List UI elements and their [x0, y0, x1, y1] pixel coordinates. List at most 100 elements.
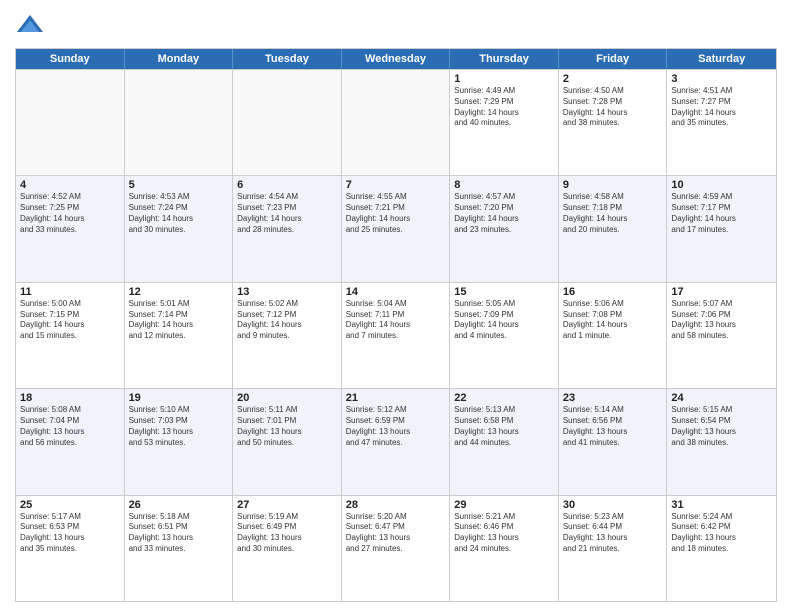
calendar-cell-29: 29Sunrise: 5:21 AMSunset: 6:46 PMDayligh… [450, 496, 559, 601]
header [15, 10, 777, 40]
day-number: 29 [454, 499, 554, 511]
cell-info: Sunrise: 5:14 AMSunset: 6:56 PMDaylight:… [563, 405, 663, 448]
header-day-sunday: Sunday [16, 49, 125, 69]
calendar-cell-3: 3Sunrise: 4:51 AMSunset: 7:27 PMDaylight… [667, 70, 776, 175]
cell-info: Sunrise: 5:12 AMSunset: 6:59 PMDaylight:… [346, 405, 446, 448]
calendar-cell-9: 9Sunrise: 4:58 AMSunset: 7:18 PMDaylight… [559, 176, 668, 281]
cell-info: Sunrise: 5:21 AMSunset: 6:46 PMDaylight:… [454, 512, 554, 555]
calendar-cell-5: 5Sunrise: 4:53 AMSunset: 7:24 PMDaylight… [125, 176, 234, 281]
calendar-cell-19: 19Sunrise: 5:10 AMSunset: 7:03 PMDayligh… [125, 389, 234, 494]
calendar-cell-17: 17Sunrise: 5:07 AMSunset: 7:06 PMDayligh… [667, 283, 776, 388]
day-number: 19 [129, 392, 229, 404]
cell-info: Sunrise: 4:51 AMSunset: 7:27 PMDaylight:… [671, 86, 772, 129]
cell-info: Sunrise: 5:06 AMSunset: 7:08 PMDaylight:… [563, 299, 663, 342]
calendar-cell-27: 27Sunrise: 5:19 AMSunset: 6:49 PMDayligh… [233, 496, 342, 601]
day-number: 10 [671, 179, 772, 191]
calendar-cell-11: 11Sunrise: 5:00 AMSunset: 7:15 PMDayligh… [16, 283, 125, 388]
cell-info: Sunrise: 5:23 AMSunset: 6:44 PMDaylight:… [563, 512, 663, 555]
calendar-cell-24: 24Sunrise: 5:15 AMSunset: 6:54 PMDayligh… [667, 389, 776, 494]
calendar-row-3: 18Sunrise: 5:08 AMSunset: 7:04 PMDayligh… [16, 388, 776, 494]
cell-info: Sunrise: 5:19 AMSunset: 6:49 PMDaylight:… [237, 512, 337, 555]
page: SundayMondayTuesdayWednesdayThursdayFrid… [0, 0, 792, 612]
day-number: 4 [20, 179, 120, 191]
header-day-wednesday: Wednesday [342, 49, 451, 69]
calendar-cell-13: 13Sunrise: 5:02 AMSunset: 7:12 PMDayligh… [233, 283, 342, 388]
calendar-cell-6: 6Sunrise: 4:54 AMSunset: 7:23 PMDaylight… [233, 176, 342, 281]
calendar-cell-23: 23Sunrise: 5:14 AMSunset: 6:56 PMDayligh… [559, 389, 668, 494]
calendar-cell-7: 7Sunrise: 4:55 AMSunset: 7:21 PMDaylight… [342, 176, 451, 281]
logo-icon [15, 10, 45, 40]
day-number: 12 [129, 286, 229, 298]
calendar-header: SundayMondayTuesdayWednesdayThursdayFrid… [16, 49, 776, 69]
cell-info: Sunrise: 5:08 AMSunset: 7:04 PMDaylight:… [20, 405, 120, 448]
calendar-cell-21: 21Sunrise: 5:12 AMSunset: 6:59 PMDayligh… [342, 389, 451, 494]
day-number: 25 [20, 499, 120, 511]
cell-info: Sunrise: 5:18 AMSunset: 6:51 PMDaylight:… [129, 512, 229, 555]
day-number: 11 [20, 286, 120, 298]
day-number: 18 [20, 392, 120, 404]
day-number: 21 [346, 392, 446, 404]
calendar-row-0: 1Sunrise: 4:49 AMSunset: 7:29 PMDaylight… [16, 69, 776, 175]
day-number: 8 [454, 179, 554, 191]
cell-info: Sunrise: 4:52 AMSunset: 7:25 PMDaylight:… [20, 192, 120, 235]
calendar-cell-30: 30Sunrise: 5:23 AMSunset: 6:44 PMDayligh… [559, 496, 668, 601]
header-day-saturday: Saturday [667, 49, 776, 69]
day-number: 20 [237, 392, 337, 404]
calendar-cell-10: 10Sunrise: 4:59 AMSunset: 7:17 PMDayligh… [667, 176, 776, 281]
cell-info: Sunrise: 5:02 AMSunset: 7:12 PMDaylight:… [237, 299, 337, 342]
cell-info: Sunrise: 4:53 AMSunset: 7:24 PMDaylight:… [129, 192, 229, 235]
day-number: 15 [454, 286, 554, 298]
calendar-cell-16: 16Sunrise: 5:06 AMSunset: 7:08 PMDayligh… [559, 283, 668, 388]
calendar-cell-18: 18Sunrise: 5:08 AMSunset: 7:04 PMDayligh… [16, 389, 125, 494]
day-number: 28 [346, 499, 446, 511]
day-number: 2 [563, 73, 663, 85]
cell-info: Sunrise: 5:15 AMSunset: 6:54 PMDaylight:… [671, 405, 772, 448]
calendar-cell-empty [125, 70, 234, 175]
header-day-thursday: Thursday [450, 49, 559, 69]
calendar-cell-25: 25Sunrise: 5:17 AMSunset: 6:53 PMDayligh… [16, 496, 125, 601]
cell-info: Sunrise: 5:00 AMSunset: 7:15 PMDaylight:… [20, 299, 120, 342]
cell-info: Sunrise: 5:13 AMSunset: 6:58 PMDaylight:… [454, 405, 554, 448]
calendar-cell-26: 26Sunrise: 5:18 AMSunset: 6:51 PMDayligh… [125, 496, 234, 601]
day-number: 30 [563, 499, 663, 511]
calendar-cell-1: 1Sunrise: 4:49 AMSunset: 7:29 PMDaylight… [450, 70, 559, 175]
cell-info: Sunrise: 4:49 AMSunset: 7:29 PMDaylight:… [454, 86, 554, 129]
day-number: 31 [671, 499, 772, 511]
cell-info: Sunrise: 4:50 AMSunset: 7:28 PMDaylight:… [563, 86, 663, 129]
cell-info: Sunrise: 5:01 AMSunset: 7:14 PMDaylight:… [129, 299, 229, 342]
day-number: 3 [671, 73, 772, 85]
day-number: 5 [129, 179, 229, 191]
calendar-cell-8: 8Sunrise: 4:57 AMSunset: 7:20 PMDaylight… [450, 176, 559, 281]
calendar-cell-14: 14Sunrise: 5:04 AMSunset: 7:11 PMDayligh… [342, 283, 451, 388]
calendar: SundayMondayTuesdayWednesdayThursdayFrid… [15, 48, 777, 602]
calendar-body: 1Sunrise: 4:49 AMSunset: 7:29 PMDaylight… [16, 69, 776, 601]
cell-info: Sunrise: 5:04 AMSunset: 7:11 PMDaylight:… [346, 299, 446, 342]
header-day-tuesday: Tuesday [233, 49, 342, 69]
calendar-cell-20: 20Sunrise: 5:11 AMSunset: 7:01 PMDayligh… [233, 389, 342, 494]
day-number: 24 [671, 392, 772, 404]
calendar-row-4: 25Sunrise: 5:17 AMSunset: 6:53 PMDayligh… [16, 495, 776, 601]
day-number: 16 [563, 286, 663, 298]
cell-info: Sunrise: 4:54 AMSunset: 7:23 PMDaylight:… [237, 192, 337, 235]
day-number: 27 [237, 499, 337, 511]
day-number: 7 [346, 179, 446, 191]
cell-info: Sunrise: 5:07 AMSunset: 7:06 PMDaylight:… [671, 299, 772, 342]
day-number: 6 [237, 179, 337, 191]
calendar-cell-empty [16, 70, 125, 175]
day-number: 22 [454, 392, 554, 404]
calendar-row-1: 4Sunrise: 4:52 AMSunset: 7:25 PMDaylight… [16, 175, 776, 281]
calendar-cell-28: 28Sunrise: 5:20 AMSunset: 6:47 PMDayligh… [342, 496, 451, 601]
calendar-cell-empty [233, 70, 342, 175]
cell-info: Sunrise: 4:57 AMSunset: 7:20 PMDaylight:… [454, 192, 554, 235]
calendar-cell-2: 2Sunrise: 4:50 AMSunset: 7:28 PMDaylight… [559, 70, 668, 175]
calendar-cell-empty [342, 70, 451, 175]
day-number: 9 [563, 179, 663, 191]
calendar-cell-22: 22Sunrise: 5:13 AMSunset: 6:58 PMDayligh… [450, 389, 559, 494]
calendar-cell-4: 4Sunrise: 4:52 AMSunset: 7:25 PMDaylight… [16, 176, 125, 281]
day-number: 26 [129, 499, 229, 511]
cell-info: Sunrise: 5:05 AMSunset: 7:09 PMDaylight:… [454, 299, 554, 342]
header-day-monday: Monday [125, 49, 234, 69]
day-number: 17 [671, 286, 772, 298]
calendar-cell-31: 31Sunrise: 5:24 AMSunset: 6:42 PMDayligh… [667, 496, 776, 601]
cell-info: Sunrise: 5:10 AMSunset: 7:03 PMDaylight:… [129, 405, 229, 448]
